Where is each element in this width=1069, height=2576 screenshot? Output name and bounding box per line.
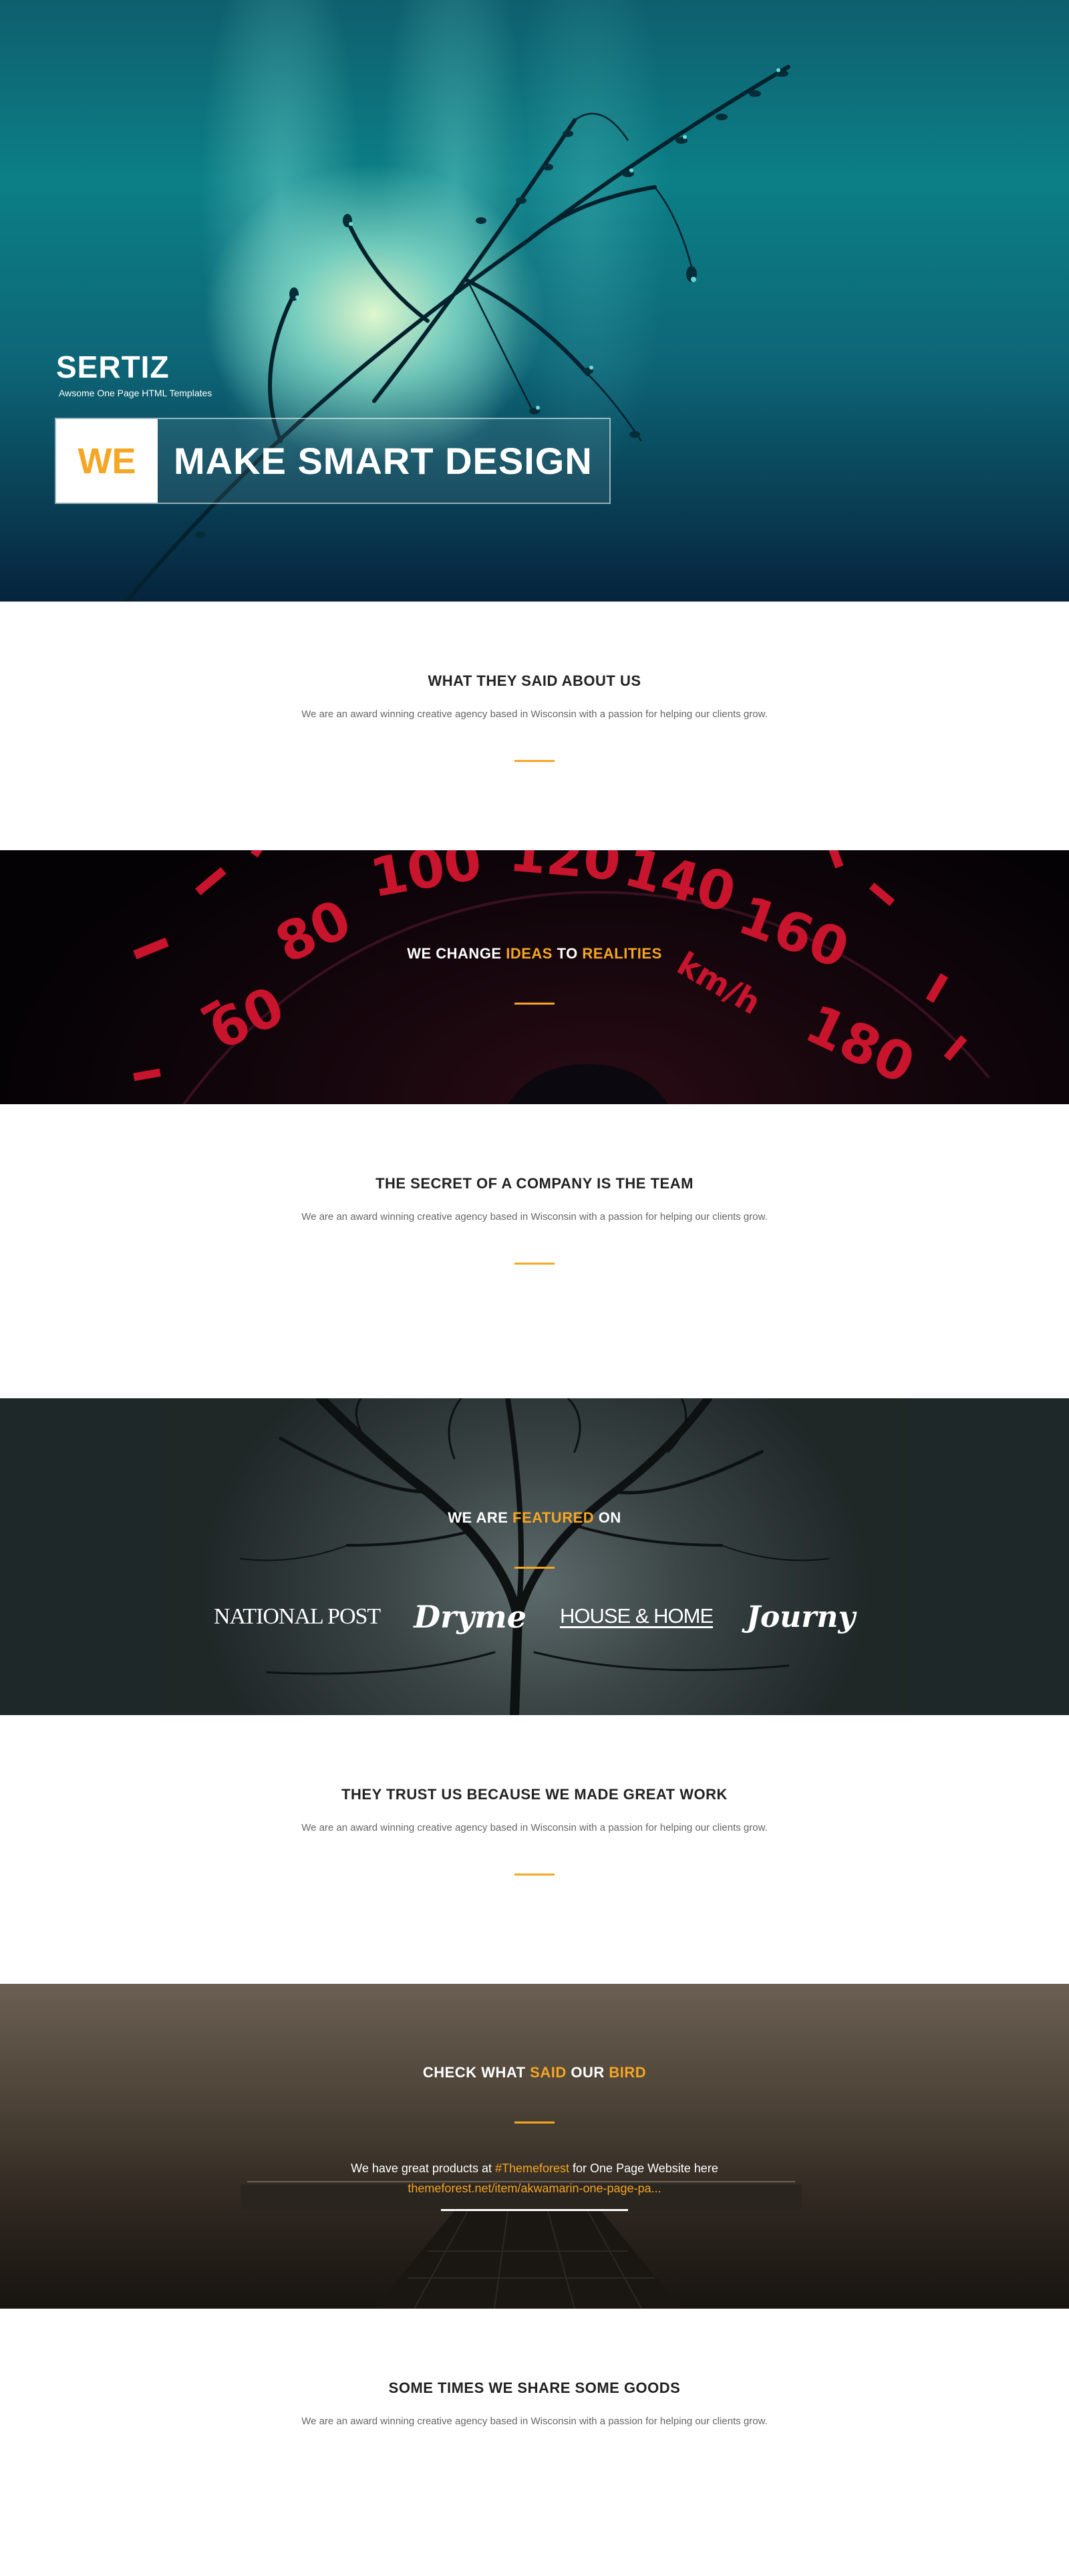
featured-logos: NATIONAL POST Dryme HOUSE & HOME Journy xyxy=(0,1599,1069,1635)
hero-headline: WE MAKE SMART DESIGN xyxy=(55,418,611,504)
house-and-home-logo[interactable]: HOUSE & HOME xyxy=(559,1605,714,1628)
change-section: 60 80 100 120 140 160 180 km/h WE CHANGE… xyxy=(0,850,1069,1104)
headline-text: MAKE SMART DESIGN xyxy=(174,440,593,482)
speed-label-60: 60 xyxy=(200,975,293,1062)
section-divider xyxy=(514,1003,555,1005)
section-title: WE CHANGE IDEAS TO REALITIES xyxy=(407,945,662,962)
hero-section: SERTIZ Awsome One Page HTML Templates WE… xyxy=(0,0,1069,602)
plant-illustration xyxy=(125,65,790,602)
goods-section: SOME TIMES WE SHARE SOME GOODS We are an… xyxy=(0,2309,1069,2563)
section-title: THE SECRET OF A COMPANY IS THE TEAM xyxy=(375,1175,694,1192)
bird-section: CHECK WHAT SAID OUR BIRD We have great p… xyxy=(0,1984,1069,2309)
tweet: We have great products at #Themeforest f… xyxy=(0,2158,1069,2211)
headline-highlight: WE xyxy=(56,419,158,503)
tweet-hashtag-link[interactable]: #Themeforest xyxy=(495,2162,569,2175)
tick-mark xyxy=(925,973,949,1003)
national-post-logo[interactable]: NATIONAL POST xyxy=(214,1604,381,1630)
section-title: THEY TRUST US BECAUSE WE MADE GREAT WORK xyxy=(341,1786,728,1803)
section-title: SOME TIMES WE SHARE SOME GOODS xyxy=(388,2379,681,2396)
section-title: WE ARE FEATURED ON xyxy=(448,1509,621,1526)
journy-logo[interactable]: Journy xyxy=(746,1600,855,1634)
section-description: We are an award winning creative agency … xyxy=(301,1211,768,1222)
section-description: We are an award winning creative agency … xyxy=(301,709,768,720)
brand-name: SERTIZ xyxy=(56,350,170,384)
section-divider xyxy=(514,1874,555,1876)
section-divider xyxy=(514,1567,555,1569)
team-section: THE SECRET OF A COMPANY IS THE TEAM We a… xyxy=(0,1104,1069,1398)
dryme-logo[interactable]: Dryme xyxy=(414,1599,526,1635)
section-divider xyxy=(514,1263,555,1265)
section-description: We are an award winning creative agency … xyxy=(301,2416,768,2427)
section-title: CHECK WHAT SAID OUR BIRD xyxy=(422,2064,647,2081)
featured-section: WE ARE FEATURED ON NATIONAL POST Dryme H… xyxy=(0,1398,1069,1715)
testimonials-section: WHAT THEY SAID ABOUT US We are an award … xyxy=(0,602,1069,850)
section-divider xyxy=(514,760,555,762)
brand-tagline: Awsome One Page HTML Templates xyxy=(59,388,212,398)
tweet-link[interactable]: themeforest.net/item/akwamarin-one-page-… xyxy=(408,2182,661,2195)
tick-mark xyxy=(133,1068,161,1081)
speed-label-180: 180 xyxy=(796,993,924,1096)
brand: SERTIZ Awsome One Page HTML Templates xyxy=(56,349,212,398)
work-section: THEY TRUST US BECAUSE WE MADE GREAT WORK… xyxy=(0,1715,1069,1984)
section-description: We are an award winning creative agency … xyxy=(301,1822,768,1833)
section-title: WHAT THEY SAID ABOUT US xyxy=(428,672,641,689)
tweet-text: We have great products at #Themeforest f… xyxy=(351,2162,718,2175)
section-divider xyxy=(514,2121,555,2123)
tweet-underline xyxy=(441,2209,628,2211)
